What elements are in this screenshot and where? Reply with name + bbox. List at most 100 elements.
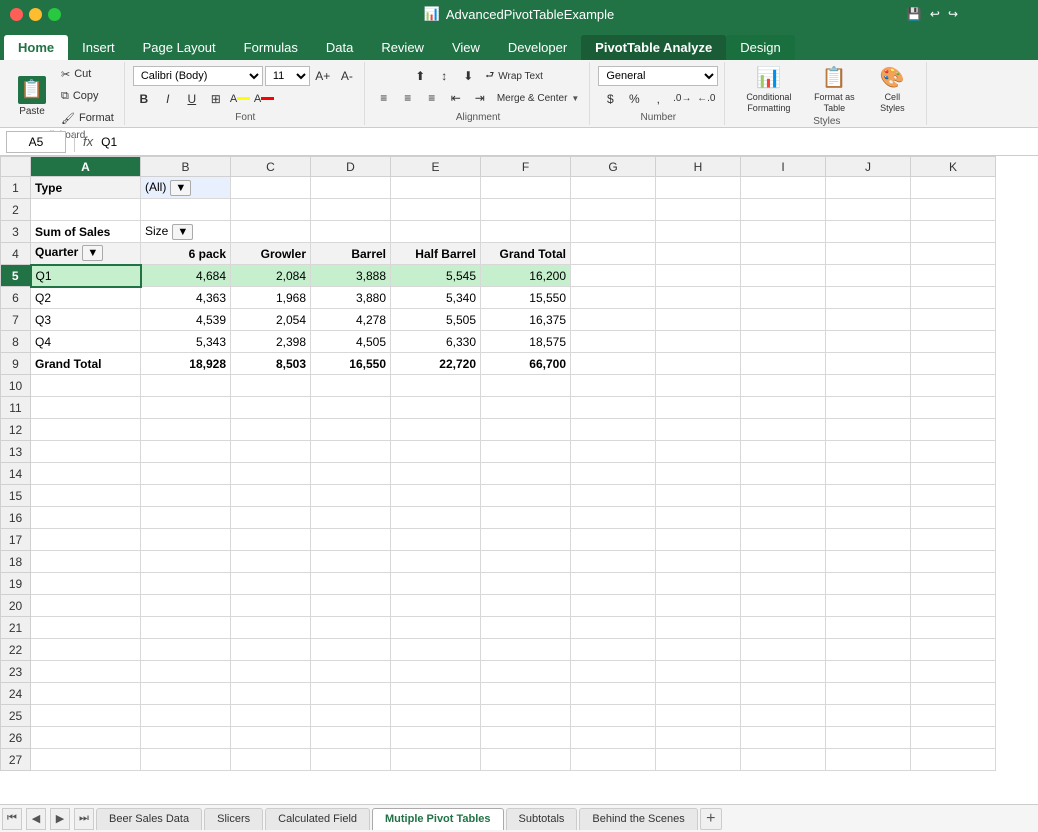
currency-button[interactable]: $ — [599, 89, 621, 109]
cell-D10[interactable] — [311, 375, 391, 397]
cell-B27[interactable] — [141, 749, 231, 771]
percent-button[interactable]: % — [623, 89, 645, 109]
cell-A5[interactable]: Q1 — [31, 265, 141, 287]
cell-B15[interactable] — [141, 485, 231, 507]
number-format-dropdown[interactable]: General — [598, 66, 718, 86]
size-filter-button[interactable]: ▼ — [172, 224, 193, 240]
cell-E12[interactable] — [391, 419, 481, 441]
cell-J1[interactable] — [826, 177, 911, 199]
cell-B16[interactable] — [141, 507, 231, 529]
decrease-font-button[interactable]: A- — [336, 66, 358, 86]
cell-E7[interactable]: 5,505 — [391, 309, 481, 331]
cell-A17[interactable] — [31, 529, 141, 551]
cell-H12[interactable] — [656, 419, 741, 441]
cell-H19[interactable] — [656, 573, 741, 595]
cell-H16[interactable] — [656, 507, 741, 529]
cell-A12[interactable] — [31, 419, 141, 441]
cell-D20[interactable] — [311, 595, 391, 617]
col-header-K[interactable]: K — [911, 157, 996, 177]
cell-D7[interactable]: 4,278 — [311, 309, 391, 331]
row-header-24[interactable]: 24 — [1, 683, 31, 705]
cell-K5[interactable] — [911, 265, 996, 287]
cell-G21[interactable] — [571, 617, 656, 639]
cell-G13[interactable] — [571, 441, 656, 463]
row-header-11[interactable]: 11 — [1, 397, 31, 419]
cell-E19[interactable] — [391, 573, 481, 595]
conditional-formatting-button[interactable]: 📊 Conditional Formatting — [739, 64, 799, 114]
cell-J22[interactable] — [826, 639, 911, 661]
col-header-F[interactable]: F — [481, 157, 571, 177]
cell-B10[interactable] — [141, 375, 231, 397]
cell-K14[interactable] — [911, 463, 996, 485]
cell-F17[interactable] — [481, 529, 571, 551]
cell-F22[interactable] — [481, 639, 571, 661]
cell-J11[interactable] — [826, 397, 911, 419]
cell-H6[interactable] — [656, 287, 741, 309]
cell-B9[interactable]: 18,928 — [141, 353, 231, 375]
cell-K7[interactable] — [911, 309, 996, 331]
cell-F24[interactable] — [481, 683, 571, 705]
cell-H8[interactable] — [656, 331, 741, 353]
cell-G4[interactable] — [571, 243, 656, 265]
cell-B24[interactable] — [141, 683, 231, 705]
cell-G16[interactable] — [571, 507, 656, 529]
type-filter-button[interactable]: ▼ — [170, 180, 191, 196]
cell-J19[interactable] — [826, 573, 911, 595]
cell-C13[interactable] — [231, 441, 311, 463]
tab-slicers[interactable]: Slicers — [204, 808, 263, 830]
tab-subtotals[interactable]: Subtotals — [506, 808, 578, 830]
row-header-25[interactable]: 25 — [1, 705, 31, 727]
cell-D13[interactable] — [311, 441, 391, 463]
cell-C8[interactable]: 2,398 — [231, 331, 311, 353]
cell-K15[interactable] — [911, 485, 996, 507]
tab-insert[interactable]: Insert — [68, 35, 129, 60]
cell-K26[interactable] — [911, 727, 996, 749]
cell-C4[interactable]: Growler — [231, 243, 311, 265]
cell-H27[interactable] — [656, 749, 741, 771]
save-icon[interactable]: 💾 — [907, 7, 922, 21]
cell-C20[interactable] — [231, 595, 311, 617]
cell-K19[interactable] — [911, 573, 996, 595]
increase-font-button[interactable]: A+ — [312, 66, 334, 86]
cell-A16[interactable] — [31, 507, 141, 529]
align-center-button[interactable]: ≡ — [397, 88, 419, 108]
cell-I2[interactable] — [741, 199, 826, 221]
cell-C6[interactable]: 1,968 — [231, 287, 311, 309]
row-header-9[interactable]: 9 — [1, 353, 31, 375]
cell-H10[interactable] — [656, 375, 741, 397]
cell-H13[interactable] — [656, 441, 741, 463]
cell-H24[interactable] — [656, 683, 741, 705]
align-middle-button[interactable]: ↕ — [433, 66, 455, 86]
cell-E2[interactable] — [391, 199, 481, 221]
tab-calculated-field[interactable]: Calculated Field — [265, 808, 370, 830]
tab-developer[interactable]: Developer — [494, 35, 581, 60]
cell-G17[interactable] — [571, 529, 656, 551]
cell-B23[interactable] — [141, 661, 231, 683]
cell-F26[interactable] — [481, 727, 571, 749]
cell-G26[interactable] — [571, 727, 656, 749]
cell-A19[interactable] — [31, 573, 141, 595]
cell-A24[interactable] — [31, 683, 141, 705]
cell-I14[interactable] — [741, 463, 826, 485]
cell-C3[interactable] — [231, 221, 311, 243]
tab-nav-next[interactable]: ▶ — [50, 808, 70, 830]
cell-J9[interactable] — [826, 353, 911, 375]
row-header-4[interactable]: 4 — [1, 243, 31, 265]
row-header-10[interactable]: 10 — [1, 375, 31, 397]
tab-pivottable-analyze[interactable]: PivotTable Analyze — [581, 35, 726, 60]
cell-B18[interactable] — [141, 551, 231, 573]
row-header-26[interactable]: 26 — [1, 727, 31, 749]
cell-D23[interactable] — [311, 661, 391, 683]
cell-C26[interactable] — [231, 727, 311, 749]
row-header-14[interactable]: 14 — [1, 463, 31, 485]
cell-D25[interactable] — [311, 705, 391, 727]
tab-formulas[interactable]: Formulas — [230, 35, 312, 60]
cell-K6[interactable] — [911, 287, 996, 309]
cell-J27[interactable] — [826, 749, 911, 771]
align-left-button[interactable]: ≡ — [373, 88, 395, 108]
cell-E5[interactable]: 5,545 — [391, 265, 481, 287]
cell-I13[interactable] — [741, 441, 826, 463]
cell-J25[interactable] — [826, 705, 911, 727]
cell-F11[interactable] — [481, 397, 571, 419]
cell-F27[interactable] — [481, 749, 571, 771]
